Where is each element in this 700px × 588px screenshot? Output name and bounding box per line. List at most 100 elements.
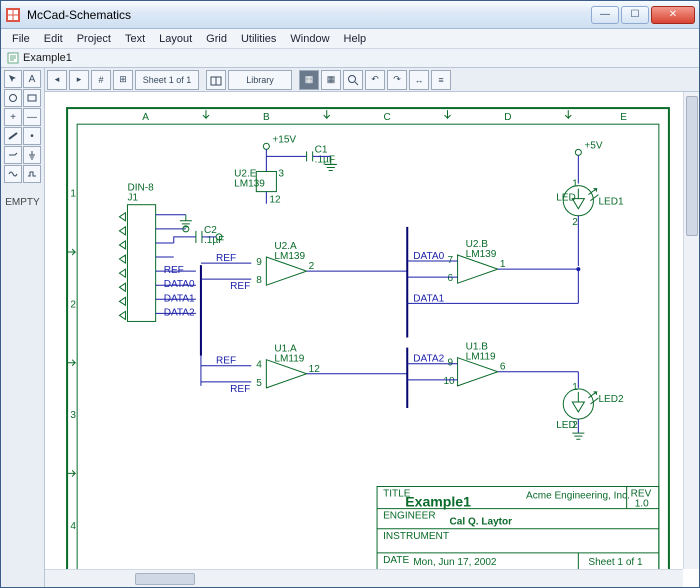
titlebar[interactable]: McCad-Schematics — ☐ ✕	[1, 1, 699, 29]
tool-ground[interactable]	[23, 146, 41, 164]
tool-circle[interactable]	[4, 89, 22, 107]
library-open-icon[interactable]	[206, 70, 226, 90]
svg-text:D: D	[504, 112, 511, 123]
svg-text:B: B	[263, 112, 270, 123]
svg-text:LM139: LM139	[234, 179, 265, 190]
svg-text:2: 2	[309, 261, 315, 272]
svg-text:9: 9	[256, 257, 262, 268]
toolbox: A + — • EMPTY	[1, 68, 45, 587]
nav-left-icon[interactable]: ◂	[47, 70, 67, 90]
zoom-icon[interactable]	[343, 70, 363, 90]
tool-bus[interactable]	[4, 127, 22, 145]
schematic-canvas[interactable]: A B C D E 1 2 3 4	[45, 92, 683, 569]
layer-a-icon[interactable]: ▦	[299, 70, 319, 90]
svg-text:2: 2	[70, 299, 76, 310]
menu-file[interactable]: File	[5, 31, 37, 47]
svg-text:REF: REF	[216, 356, 236, 367]
menu-utilities[interactable]: Utilities	[234, 31, 283, 47]
svg-text:4: 4	[256, 360, 262, 371]
menu-text[interactable]: Text	[118, 31, 152, 47]
svg-text:Acme Engineering, Inc.: Acme Engineering, Inc.	[526, 491, 630, 502]
document-icon	[7, 52, 19, 64]
tool-rect[interactable]	[23, 89, 41, 107]
menu-window[interactable]: Window	[283, 31, 336, 47]
menu-layout[interactable]: Layout	[152, 31, 199, 47]
titleblock: TITLE Example1 Acme Engineering, Inc. RE…	[377, 486, 659, 569]
svg-text:LM139: LM139	[466, 249, 497, 260]
svg-text:E: E	[620, 112, 627, 123]
scrollbar-horizontal[interactable]	[45, 569, 683, 587]
svg-text:1: 1	[572, 382, 578, 393]
svg-text:LED1: LED1	[598, 197, 624, 208]
tool-text[interactable]: A	[23, 70, 41, 88]
svg-text:1: 1	[70, 189, 76, 200]
document-name: Example1	[23, 52, 72, 64]
svg-text:LM119: LM119	[466, 352, 496, 363]
svg-text:12: 12	[269, 195, 281, 206]
tool-junction[interactable]: •	[23, 127, 41, 145]
svg-text:DATA1: DATA1	[413, 293, 444, 304]
svg-text:ENGINEER: ENGINEER	[383, 511, 435, 522]
svg-text:INSTRUMENT: INSTRUMENT	[383, 531, 449, 542]
menubar: File Edit Project Text Layout Grid Utili…	[1, 29, 699, 49]
svg-text:REF: REF	[230, 384, 250, 395]
svg-text:REF: REF	[216, 253, 236, 264]
close-button[interactable]: ✕	[651, 6, 695, 24]
menu-edit[interactable]: Edit	[37, 31, 70, 47]
svg-text:REF: REF	[230, 281, 250, 292]
svg-text:A: A	[142, 112, 149, 123]
menu-grid[interactable]: Grid	[199, 31, 234, 47]
svg-text:Example1: Example1	[405, 494, 471, 510]
scrollbar-vertical[interactable]	[683, 92, 699, 569]
tool-sine[interactable]	[4, 165, 22, 183]
minimize-button[interactable]: —	[591, 6, 619, 24]
document-tab[interactable]: Example1	[1, 49, 699, 67]
rotate-cw-icon[interactable]: ↷	[387, 70, 407, 90]
tool-net[interactable]	[4, 146, 22, 164]
svg-text:2: 2	[572, 420, 578, 431]
tool-pulse[interactable]	[23, 165, 41, 183]
grid-icon[interactable]: #	[91, 70, 111, 90]
app-window: McCad-Schematics — ☐ ✕ File Edit Project…	[0, 0, 700, 588]
nav-right-icon[interactable]: ▸	[69, 70, 89, 90]
svg-text:DATA0: DATA0	[413, 251, 444, 262]
grid-snap-icon[interactable]: ⊞	[113, 70, 133, 90]
align-icon[interactable]: ≡	[431, 70, 451, 90]
schematic-sheet: A B C D E 1 2 3 4	[55, 96, 679, 569]
menu-help[interactable]: Help	[337, 31, 374, 47]
library-label[interactable]: Library	[228, 70, 292, 90]
svg-text:8: 8	[256, 275, 262, 286]
rotate-ccw-icon[interactable]: ↶	[365, 70, 385, 90]
tool-plus[interactable]: +	[4, 108, 22, 126]
svg-text:+15V: +15V	[272, 134, 296, 145]
svg-text:10: 10	[443, 376, 455, 387]
svg-text:3: 3	[278, 169, 284, 180]
svg-text:2: 2	[572, 217, 578, 228]
layer-b-icon[interactable]: ▦	[321, 70, 341, 90]
toolbox-empty-label: EMPTY	[5, 197, 39, 208]
svg-text:C: C	[383, 112, 390, 123]
tool-select[interactable]	[4, 70, 22, 88]
svg-text:3: 3	[70, 410, 76, 421]
svg-text:LED: LED	[556, 193, 576, 204]
menu-project[interactable]: Project	[70, 31, 118, 47]
window-title: McCad-Schematics	[27, 8, 591, 22]
sheet-indicator[interactable]: Sheet 1 of 1	[135, 70, 199, 90]
svg-text:+5V: +5V	[584, 140, 602, 151]
svg-text:5: 5	[256, 378, 262, 389]
app-icon	[5, 7, 21, 23]
top-toolstrip: ◂ ▸ # ⊞ Sheet 1 of 1 Library ▦ ▦ ↶ ↷ ↔ ≡	[45, 68, 699, 92]
tool-wire[interactable]: —	[23, 108, 41, 126]
svg-text:J1: J1	[127, 193, 138, 204]
svg-text:LM119: LM119	[274, 354, 304, 365]
svg-text:DATE: DATE	[383, 555, 409, 566]
svg-text:4: 4	[70, 521, 76, 532]
svg-text:12: 12	[309, 364, 321, 375]
svg-text:LED2: LED2	[598, 394, 624, 405]
maximize-button[interactable]: ☐	[621, 6, 649, 24]
flip-h-icon[interactable]: ↔	[409, 70, 429, 90]
client-area: A + — • EMPTY ◂ ▸ # ⊞ Sheet 1 of 1	[1, 67, 699, 587]
svg-text:6: 6	[500, 362, 506, 373]
svg-text:1: 1	[500, 259, 506, 270]
svg-text:1.0: 1.0	[635, 499, 649, 510]
